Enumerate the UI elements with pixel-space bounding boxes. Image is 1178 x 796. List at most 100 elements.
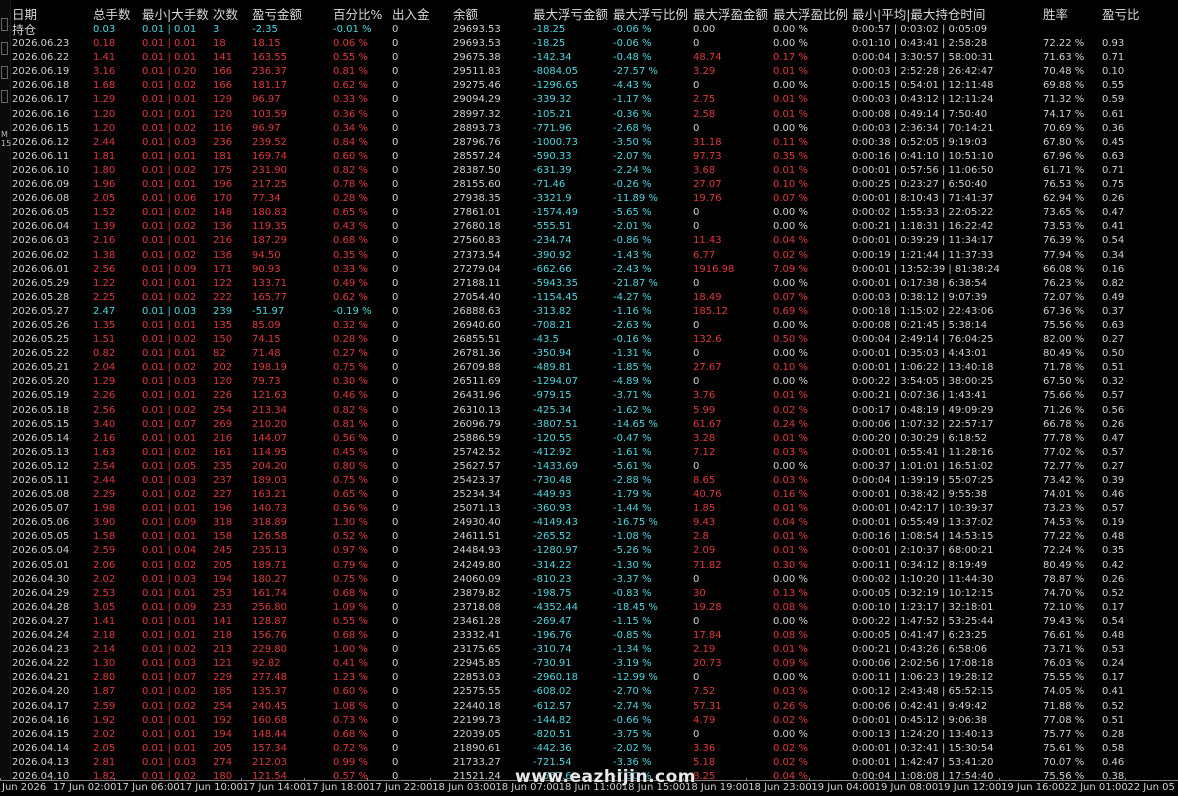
- table-row[interactable]: 2026.06.17 1.29 0.01 | 0.01 129 96.97 0.33 % 0…: [12, 93, 1172, 107]
- table-row[interactable]: 2026.04.27 1.41 0.01 | 0.01 141 128.87 0.55 %…: [12, 615, 1172, 629]
- cell: 0: [392, 193, 399, 205]
- cell: 196: [213, 179, 233, 191]
- cell: 0.11 %: [773, 136, 808, 148]
- cell: 0.57: [1102, 446, 1125, 458]
- cell: 0.45 %: [333, 446, 368, 458]
- column-header[interactable]: 最小|大手数: [142, 6, 209, 24]
- toolbar-box-icon[interactable]: [1, 66, 8, 79]
- column-header[interactable]: 总手数: [93, 6, 131, 24]
- cell: 0: [392, 531, 399, 543]
- table-row[interactable]: 2026.06.12 2.44 0.01 | 0.03 236 239.52 0.84 %…: [12, 136, 1172, 150]
- table-row[interactable]: 2026.05.05 1.58 0.01 | 0.01 158 126.58 0.52 %…: [12, 530, 1172, 544]
- table-row[interactable]: 2026.06.15 1.20 0.01 | 0.02 116 96.97 0.34 % 0…: [12, 122, 1172, 136]
- cell: 25234.34: [453, 489, 501, 501]
- column-header[interactable]: 最大浮盈比例: [773, 6, 848, 24]
- table-row[interactable]: 2026.05.25 1.51 0.01 | 0.02 150 74.15 0.28 % 0…: [12, 333, 1172, 347]
- table-row[interactable]: 2026.05.08 2.29 0.01 | 0.02 227 163.21 0.65 %…: [12, 488, 1172, 502]
- table-row[interactable]: 2026.06.05 1.52 0.01 | 0.02 148 180.83 0.65 %…: [12, 206, 1172, 220]
- cell: 0:00:01 | 2:10:37 | 68:00:21: [852, 545, 994, 557]
- table-row[interactable]: 2026.06.22 1.41 0.01 | 0.01 141 163.55 0.55 %…: [12, 51, 1172, 65]
- table-row[interactable]: 2026.05.29 1.22 0.01 | 0.01 122 133.71 0.49 %…: [12, 277, 1172, 291]
- cell: 92.82: [252, 658, 281, 670]
- table-row[interactable]: 2026.04.14 2.05 0.01 | 0.01 205 157.34 0.72 %…: [12, 742, 1172, 756]
- table-row[interactable]: 2026.05.19 2.26 0.01 | 0.01 226 121.63 0.46 %…: [12, 389, 1172, 403]
- table-row[interactable]: 2026.05.01 2.06 0.01 | 0.02 205 189.71 0.79 %…: [12, 559, 1172, 573]
- table-row[interactable]: 2026.05.18 2.56 0.01 | 0.02 254 213.34 0.82 %…: [12, 404, 1172, 418]
- table-row[interactable]: 2026.05.12 2.54 0.01 | 0.05 235 204.20 0.80 %…: [12, 460, 1172, 474]
- table-row[interactable]: 2026.05.26 1.35 0.01 | 0.01 135 85.09 0.32 % 0…: [12, 319, 1172, 333]
- table-row[interactable]: 2026.05.04 2.59 0.01 | 0.04 245 235.13 0.97 %…: [12, 544, 1172, 558]
- table-row[interactable]: 2026.04.24 2.18 0.01 | 0.01 218 156.76 0.68 %…: [12, 629, 1172, 643]
- column-header[interactable]: 日期: [12, 6, 37, 24]
- table-row[interactable]: 2026.05.06 3.90 0.01 | 0.09 318 318.89 1.30 %…: [12, 516, 1172, 530]
- table-row[interactable]: 2026.05.27 2.47 0.01 | 0.03 239 -51.97 -0.19 …: [12, 305, 1172, 319]
- table-row[interactable]: 2026.06.11 1.81 0.01 | 0.01 181 169.74 0.60 %…: [12, 150, 1172, 164]
- position-row[interactable]: 持仓 0.03 0.01 | 0.01 3 -2.35 -0.01 % 0 29…: [12, 23, 1172, 37]
- table-row[interactable]: 2026.05.14 2.16 0.01 | 0.01 216 144.07 0.56 %…: [12, 432, 1172, 446]
- table-row[interactable]: 2026.06.04 1.39 0.01 | 0.02 136 119.35 0.43 %…: [12, 220, 1172, 234]
- table-row[interactable]: 2026.06.23 0.18 0.01 | 0.01 18 18.15 0.06 % 0 2…: [12, 37, 1172, 51]
- table-row[interactable]: 2026.05.13 1.63 0.01 | 0.02 161 114.95 0.45 %…: [12, 446, 1172, 460]
- table-row[interactable]: 2026.04.29 2.53 0.01 | 0.01 253 161.74 0.68 %…: [12, 587, 1172, 601]
- axis-tick: [1125, 778, 1127, 781]
- cell: 23461.28: [453, 615, 501, 627]
- column-header[interactable]: 盈亏金额: [252, 6, 302, 24]
- table-row[interactable]: 2026.05.20 1.29 0.01 | 0.03 120 79.73 0.30 % 0…: [12, 375, 1172, 389]
- table-row[interactable]: 2026.05.28 2.25 0.01 | 0.02 222 165.77 0.62 %…: [12, 291, 1172, 305]
- toolbar-box-icon[interactable]: [1, 18, 8, 31]
- toolbar-box-icon[interactable]: [1, 42, 8, 55]
- table-row[interactable]: 2026.05.22 0.82 0.01 | 0.01 82 71.48 0.27 % 0 2…: [12, 347, 1172, 361]
- table-row[interactable]: 2026.06.08 2.05 0.01 | 0.06 170 77.34 0.28 % 0…: [12, 192, 1172, 206]
- column-header[interactable]: 胜率: [1043, 6, 1068, 24]
- table-row[interactable]: 2026.06.09 1.96 0.01 | 0.01 196 217.25 0.78 %…: [12, 178, 1172, 192]
- cell: 26940.60: [453, 319, 501, 331]
- table-row[interactable]: 2026.05.07 1.98 0.01 | 0.01 196 140.73 0.56 %…: [12, 502, 1172, 516]
- table-row[interactable]: 2026.06.02 1.38 0.01 | 0.02 136 94.50 0.35 % 0…: [12, 249, 1172, 263]
- column-header[interactable]: 余额: [453, 6, 478, 24]
- table-row[interactable]: 2026.04.30 2.02 0.01 | 0.03 194 180.27 0.75 %…: [12, 573, 1172, 587]
- table-row[interactable]: 2026.05.11 2.44 0.01 | 0.03 237 189.03 0.75 %…: [12, 474, 1172, 488]
- toolbar-box-icon[interactable]: [1, 90, 8, 103]
- table-row[interactable]: 2026.06.18 1.68 0.01 | 0.02 166 181.17 0.62 %…: [12, 79, 1172, 93]
- table-row[interactable]: 2026.04.21 2.80 0.01 | 0.07 229 277.48 1.23 %…: [12, 671, 1172, 685]
- cell: 0.03 %: [773, 686, 808, 698]
- table-row[interactable]: 2026.04.16 1.92 0.01 | 0.01 192 160.68 0.73 %…: [12, 714, 1172, 728]
- table-row[interactable]: 2026.04.20 1.87 0.01 | 0.02 185 135.37 0.60 %…: [12, 685, 1172, 699]
- table-row[interactable]: 2026.06.01 2.56 0.01 | 0.09 171 90.93 0.33 % 0…: [12, 263, 1172, 277]
- cell: 148: [213, 207, 233, 219]
- cell: 0: [392, 94, 399, 106]
- table-row[interactable]: 2026.06.19 3.16 0.01 | 0.20 166 236.37 0.81 %…: [12, 65, 1172, 79]
- table-row[interactable]: 2026.04.15 2.02 0.01 | 0.01 194 148.44 0.68 %…: [12, 728, 1172, 742]
- table-row[interactable]: 2026.06.03 2.16 0.01 | 0.01 216 187.29 0.68 %…: [12, 234, 1172, 248]
- column-header[interactable]: 最大浮盈金额: [693, 6, 768, 24]
- column-header[interactable]: 百分比%: [333, 6, 382, 24]
- column-header[interactable]: 盈亏比: [1102, 6, 1140, 24]
- column-header[interactable]: 次数: [213, 6, 238, 24]
- table-row[interactable]: 2026.04.17 2.59 0.01 | 0.02 254 240.45 1.08 %…: [12, 700, 1172, 714]
- table-row[interactable]: 2026.04.28 3.05 0.01 | 0.09 233 256.80 1.09 %…: [12, 601, 1172, 615]
- cell: 0: [693, 376, 700, 388]
- cell: 28557.24: [453, 150, 501, 162]
- column-header[interactable]: 最大浮亏比例: [613, 6, 688, 24]
- cell: 0.01 | 0.03: [142, 475, 197, 486]
- cell: 0: [693, 122, 700, 134]
- table-row[interactable]: 2026.05.21 2.04 0.01 | 0.02 202 198.19 0.75 %…: [12, 361, 1172, 375]
- column-header[interactable]: 最小|平均|最大持仓时间: [852, 6, 985, 24]
- column-header[interactable]: 最大浮亏金额: [533, 6, 608, 24]
- table-row[interactable]: 2026.04.22 1.30 0.01 | 0.03 121 92.82 0.41 % 0…: [12, 657, 1172, 671]
- cell: 74.70 %: [1043, 587, 1085, 599]
- table-row[interactable]: 2026.06.10 1.80 0.01 | 0.02 175 231.90 0.82 %…: [12, 164, 1172, 178]
- cell: 57.31: [693, 700, 722, 712]
- table-row[interactable]: 2026.05.15 3.40 0.01 | 0.07 269 210.20 0.81 %…: [12, 418, 1172, 432]
- cell: 0.03: [93, 24, 116, 35]
- table-row[interactable]: 2026.06.16 1.20 0.01 | 0.01 120 103.59 0.36 %…: [12, 108, 1172, 122]
- cell: 0:00:01 | 0:38:42 | 9:55:38: [852, 489, 988, 501]
- cell: 229: [213, 672, 233, 684]
- table-row[interactable]: 2026.04.23 2.14 0.01 | 0.02 213 229.80 1.00 %…: [12, 643, 1172, 657]
- cell: 212.03: [252, 756, 287, 768]
- cell: 62.94 %: [1043, 193, 1085, 205]
- cell: 202: [213, 362, 233, 374]
- cell: 229.80: [252, 644, 287, 656]
- cell: 29094.29: [453, 94, 501, 106]
- column-header[interactable]: 出入金: [392, 6, 430, 24]
